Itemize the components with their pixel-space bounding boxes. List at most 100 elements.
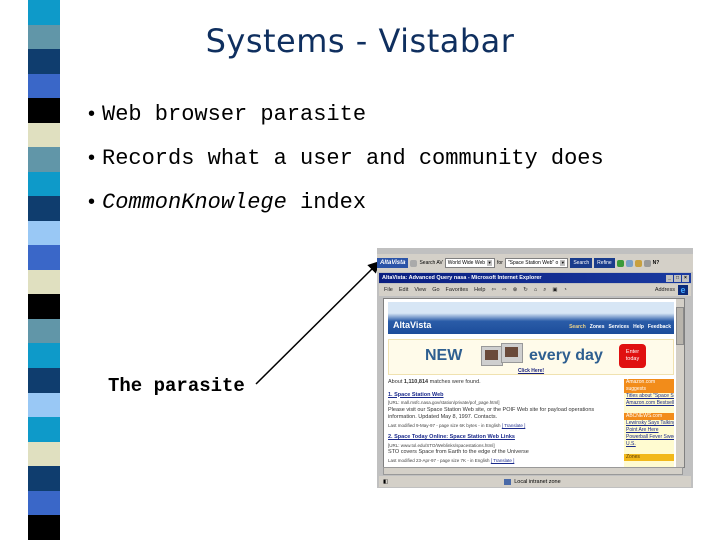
help-icon[interactable]: N?	[653, 260, 660, 266]
dropdown-arrow-icon: ▼	[487, 260, 493, 266]
bullet-text: Records what a user and community does	[102, 146, 604, 171]
bullet-list: • Web browser parasite • Records what a us…	[88, 98, 604, 230]
minimize-icon[interactable]: _	[666, 274, 673, 282]
related-icon[interactable]	[616, 259, 624, 267]
vistabar-logo[interactable]: AltaVista	[377, 258, 409, 268]
result-url: [URL: www.tol.edu/STO/Weblinks/spacestat…	[388, 442, 495, 448]
search-label: Search AV	[419, 260, 443, 266]
scope-value: World Wide Web	[447, 260, 486, 266]
stripe-segment	[28, 343, 60, 368]
favorites-icon[interactable]: ▣	[552, 287, 557, 293]
menu-bar: File Edit View Go Favorites Help ⇦ ⇨ ⊗ ↻…	[379, 284, 691, 296]
match-count: About 1,110,814 matches were found.	[388, 379, 481, 385]
intranet-icon	[504, 478, 512, 485]
translate-link[interactable]: [ Translate ]	[491, 458, 515, 463]
query-value: "Space Station Web" o	[507, 260, 559, 266]
search-page-icon[interactable]: ⌕	[543, 287, 546, 294]
menu-go[interactable]: Go	[432, 287, 439, 293]
for-label: for	[497, 260, 503, 266]
search-button[interactable]: Search	[570, 258, 593, 268]
banner-cta-link[interactable]: Click Here!	[389, 368, 673, 374]
result-snippet: Please visit our Space Station Web site,…	[388, 406, 595, 421]
banner-every-day: every day	[529, 347, 603, 364]
menu-edit[interactable]: Edit	[399, 287, 408, 293]
arrow-line	[255, 260, 381, 385]
translate-link[interactable]: [ Translate ]	[502, 423, 526, 428]
window-titlebar: AltaVista: Advanced Query nasa - Microso…	[379, 273, 691, 283]
horizontal-scrollbar[interactable]	[383, 467, 683, 475]
forward-icon[interactable]: ⇨	[502, 287, 507, 293]
menu-help[interactable]: Help	[474, 287, 485, 293]
stripe-segment	[28, 441, 60, 467]
stripe-segment	[28, 269, 60, 295]
status-bar: ◧ Local intranet zone	[379, 476, 691, 487]
stripe-segment	[28, 73, 60, 99]
refine-button[interactable]: Refine	[594, 258, 615, 268]
dropdown-arrow-icon: ▼	[560, 260, 566, 266]
stripe-segment	[28, 392, 60, 418]
people-icon[interactable]	[643, 259, 651, 267]
stop-icon[interactable]: ⊗	[513, 287, 518, 293]
vertical-scrollbar[interactable]	[676, 299, 684, 467]
abcnews-link[interactable]: Powerball Fever Sweeps	[624, 434, 674, 441]
abcnews-link[interactable]: Lewinsky Says Talking	[624, 420, 674, 427]
stripe-segment	[28, 318, 60, 344]
bullet-glyph: •	[88, 103, 96, 125]
refresh-icon[interactable]	[410, 259, 418, 267]
bullet-text: index	[286, 190, 367, 215]
stripe-segment	[28, 245, 60, 270]
abcnews-header: ABCNEWS.com	[624, 413, 674, 420]
maximize-icon[interactable]: □	[674, 274, 681, 282]
zones-header: Zones	[624, 454, 674, 461]
nav-zones[interactable]: Zones	[590, 324, 605, 330]
stripe-segment	[28, 490, 60, 516]
bullet-glyph: •	[88, 191, 96, 213]
nav-search[interactable]: Search	[569, 324, 586, 330]
amazon-link[interactable]: Titles about "Space Stati...	[624, 393, 674, 400]
menu-file[interactable]: File	[384, 287, 393, 293]
stripe-segment	[28, 220, 60, 246]
altavista-nav: Search Zones Services Help Feedback	[569, 324, 671, 330]
stripe-segment	[28, 171, 60, 197]
close-icon[interactable]: ×	[682, 274, 689, 282]
nav-feedback[interactable]: Feedback	[648, 324, 671, 330]
history-icon[interactable]: ◔	[564, 287, 567, 293]
ad-banner[interactable]: NEW every day Enter today Click Here!	[388, 339, 674, 375]
abcnews-link[interactable]: Point Are Here	[624, 427, 674, 434]
result-item: 2. Space Today Online: Space Station Web…	[388, 434, 620, 464]
slide-title: Systems - Vistabar	[205, 22, 515, 60]
menu-view[interactable]: View	[414, 287, 426, 293]
altavista-brand[interactable]: AltaVista	[393, 320, 431, 330]
translate-icon[interactable]	[625, 259, 633, 267]
scope-select[interactable]: World Wide Web ▼	[444, 258, 496, 268]
bullet-item: • Records what a user and community does	[88, 142, 604, 186]
monitor-image	[481, 346, 503, 366]
scroll-thumb[interactable]	[676, 307, 684, 345]
result-meta: Last modified 23-Apr-97 - page size 7K -…	[388, 457, 515, 463]
search-results: About 1,110,814 matches were found. 1. S…	[388, 379, 620, 464]
amazon-link[interactable]: Amazon.com Bestsellers	[624, 400, 674, 407]
stripe-segment	[28, 515, 60, 540]
result-title-link[interactable]: 2. Space Today Online: Space Station Web…	[388, 434, 620, 442]
result-title-link[interactable]: 1. Space Station Web	[388, 392, 620, 400]
stripe-segment	[28, 367, 60, 393]
query-input[interactable]: "Space Station Web" o ▼	[504, 258, 569, 268]
result-snippet: STO covers Space from Earth to the edge …	[388, 449, 529, 455]
address-label: Address	[654, 287, 675, 293]
banner-new: NEW	[425, 347, 463, 364]
refresh-page-icon[interactable]: ↻	[523, 287, 528, 293]
highlight-icon[interactable]	[634, 259, 642, 267]
bullet-text: Web browser parasite	[102, 102, 367, 127]
home-icon[interactable]: ⌂	[534, 287, 537, 293]
banner-badge: Enter today	[619, 344, 646, 368]
zone-indicator: Local intranet zone	[504, 478, 561, 485]
abcnews-link[interactable]: U.S.	[624, 441, 674, 448]
stripe-segment	[28, 0, 60, 25]
back-icon[interactable]: ⇦	[491, 287, 496, 293]
bullet-glyph: •	[88, 147, 96, 169]
stripe-segment	[28, 196, 60, 221]
nav-help[interactable]: Help	[633, 324, 644, 330]
menu-favorites[interactable]: Favorites	[446, 287, 469, 293]
nav-services[interactable]: Services	[609, 324, 630, 330]
result-meta: Last modified 9-May-97 - page size 6K by…	[388, 422, 526, 428]
